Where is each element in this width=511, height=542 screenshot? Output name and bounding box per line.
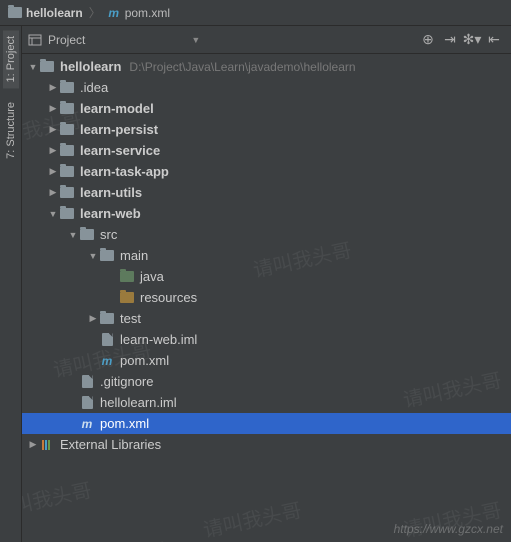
maven-icon: m (100, 354, 114, 368)
tree-node-main[interactable]: main (22, 245, 511, 266)
tree-node-learn-web[interactable]: learn-web (22, 203, 511, 224)
project-view-selector[interactable]: Project ▼ (28, 33, 200, 47)
tree-node-root-iml[interactable]: hellolearn.iml (22, 392, 511, 413)
breadcrumb-file-label: pom.xml (125, 6, 170, 20)
maven-icon: m (80, 417, 94, 431)
folder-icon (40, 60, 54, 74)
breadcrumb-separator: 〉 (89, 4, 101, 21)
hide-icon[interactable]: ⇤ (483, 29, 505, 51)
tree-node-resources[interactable]: resources (22, 287, 511, 308)
expand-arrow-icon[interactable] (46, 165, 60, 179)
file-icon (80, 396, 94, 410)
tree-node-idea[interactable]: .idea (22, 77, 511, 98)
watermark: 请叫我头哥 (65, 534, 169, 542)
breadcrumb-file[interactable]: m pom.xml (103, 4, 174, 22)
folder-icon (60, 144, 74, 158)
tree-node-module[interactable]: learn-model (22, 98, 511, 119)
expand-arrow-icon[interactable] (46, 144, 60, 158)
breadcrumb-root-label: hellolearn (26, 6, 83, 20)
tree-node-module[interactable]: learn-service (22, 140, 511, 161)
expand-arrow-icon[interactable] (46, 207, 60, 221)
folder-icon (60, 123, 74, 137)
expand-arrow-icon[interactable] (86, 312, 100, 326)
folder-icon (100, 249, 114, 263)
breadcrumb-bar: hellolearn 〉 m pom.xml (0, 0, 511, 26)
tree-node-root[interactable]: hellolearn D:\Project\Java\Learn\javadem… (22, 56, 511, 77)
folder-icon (60, 207, 74, 221)
source-folder-icon (120, 270, 134, 284)
watermark: 请叫我头哥 (22, 474, 94, 523)
folder-icon (60, 165, 74, 179)
tree-node-src[interactable]: src (22, 224, 511, 245)
sidebar-tab-structure[interactable]: 7: Structure (3, 96, 19, 165)
folder-icon (80, 228, 94, 242)
folder-icon (100, 312, 114, 326)
watermark: 请叫我头哥 (200, 494, 304, 542)
tree-node-pom[interactable]: m pom.xml (22, 350, 511, 371)
project-icon (28, 33, 42, 47)
file-icon (100, 333, 114, 347)
expand-arrow-icon[interactable] (46, 123, 60, 137)
sidebar-tab-project[interactable]: 1: Project (3, 30, 19, 88)
gear-icon[interactable]: ✻▾ (461, 29, 483, 51)
tree-node-gitignore[interactable]: .gitignore (22, 371, 511, 392)
file-icon (80, 375, 94, 389)
breadcrumb-root[interactable]: hellolearn (4, 4, 87, 22)
expand-arrow-icon[interactable] (26, 60, 40, 74)
tree-node-module[interactable]: learn-task-app (22, 161, 511, 182)
expand-arrow-icon[interactable] (86, 249, 100, 263)
expand-arrow-icon[interactable] (46, 186, 60, 200)
project-toolbar: Project ▼ ⊕ ⇥ ✻▾ ⇤ (22, 26, 511, 54)
tree-node-java[interactable]: java (22, 266, 511, 287)
tree-node-iml[interactable]: learn-web.iml (22, 329, 511, 350)
tree-node-root-pom[interactable]: m pom.xml (22, 413, 511, 434)
expand-arrow-icon[interactable] (26, 438, 40, 452)
resources-folder-icon (120, 291, 134, 305)
dropdown-arrow-icon: ▼ (191, 35, 200, 45)
tree-node-external-libraries[interactable]: External Libraries (22, 434, 511, 455)
tree-node-test[interactable]: test (22, 308, 511, 329)
folder-icon (60, 102, 74, 116)
collapse-all-icon[interactable]: ⇥ (439, 29, 461, 51)
libraries-icon (40, 438, 54, 452)
left-sidebar: 1: Project 7: Structure (0, 26, 22, 542)
folder-icon (60, 186, 74, 200)
tree-node-module[interactable]: learn-utils (22, 182, 511, 203)
watermark: 请叫我头哥 (400, 494, 504, 542)
project-tree[interactable]: 请叫我头哥 请叫我头哥 请叫我头哥 请叫我头哥 请叫我头哥 请叫我头哥 请叫我头… (22, 54, 511, 542)
folder-icon (8, 6, 22, 20)
folder-icon (60, 81, 74, 95)
locate-icon[interactable]: ⊕ (417, 29, 439, 51)
tree-node-module[interactable]: learn-persist (22, 119, 511, 140)
expand-arrow-icon[interactable] (66, 228, 80, 242)
maven-icon: m (107, 6, 121, 20)
expand-arrow-icon[interactable] (46, 81, 60, 95)
expand-arrow-icon[interactable] (46, 102, 60, 116)
watermark-url: https://www.gzcx.net (394, 522, 503, 536)
